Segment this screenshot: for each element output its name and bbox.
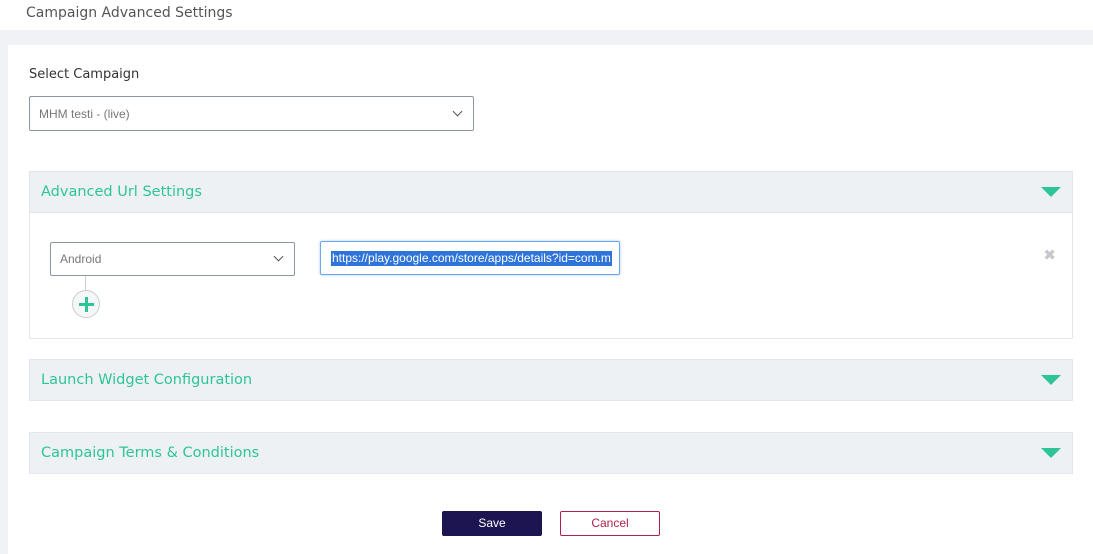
add-url-button[interactable] bbox=[72, 290, 100, 318]
caret-down-icon[interactable] bbox=[1041, 187, 1061, 197]
advanced-url-settings-title: Advanced Url Settings bbox=[41, 184, 202, 200]
advanced-url-settings-body: Android https://play.google.com/store/ap… bbox=[29, 213, 1073, 339]
close-icon[interactable]: ✖ bbox=[1043, 248, 1056, 263]
campaign-select[interactable]: MHM testi - (live) bbox=[29, 96, 474, 131]
campaign-select-value: MHM testi - (live) bbox=[39, 106, 130, 121]
campaign-terms-title: Campaign Terms & Conditions bbox=[41, 445, 260, 461]
add-row-connector bbox=[85, 276, 86, 290]
platform-select-value: Android bbox=[60, 252, 102, 266]
save-button[interactable]: Save bbox=[442, 511, 542, 536]
page: Campaign Advanced Settings Select Campai… bbox=[0, 0, 1093, 554]
url-input-value: https://play.google.com/store/apps/detai… bbox=[331, 251, 612, 266]
page-header: Campaign Advanced Settings bbox=[0, 0, 1093, 30]
campaign-select-label: Select Campaign bbox=[29, 67, 140, 82]
cancel-button[interactable]: Cancel bbox=[560, 511, 660, 536]
settings-form: Select Campaign MHM testi - (live) Advan… bbox=[8, 45, 1093, 554]
chevron-down-icon bbox=[452, 106, 463, 116]
advanced-url-settings-header[interactable]: Advanced Url Settings bbox=[29, 171, 1073, 213]
url-input[interactable]: https://play.google.com/store/apps/detai… bbox=[320, 241, 620, 275]
plus-icon-bar bbox=[79, 303, 94, 306]
launch-widget-configuration-title: Launch Widget Configuration bbox=[41, 372, 253, 388]
page-title: Campaign Advanced Settings bbox=[26, 5, 233, 21]
chevron-down-icon bbox=[273, 251, 284, 262]
caret-down-icon[interactable] bbox=[1041, 375, 1061, 385]
platform-select[interactable]: Android bbox=[50, 242, 295, 276]
launch-widget-configuration-header[interactable]: Launch Widget Configuration bbox=[29, 359, 1073, 401]
campaign-terms-header[interactable]: Campaign Terms & Conditions bbox=[29, 432, 1073, 474]
caret-down-icon[interactable] bbox=[1041, 448, 1061, 458]
